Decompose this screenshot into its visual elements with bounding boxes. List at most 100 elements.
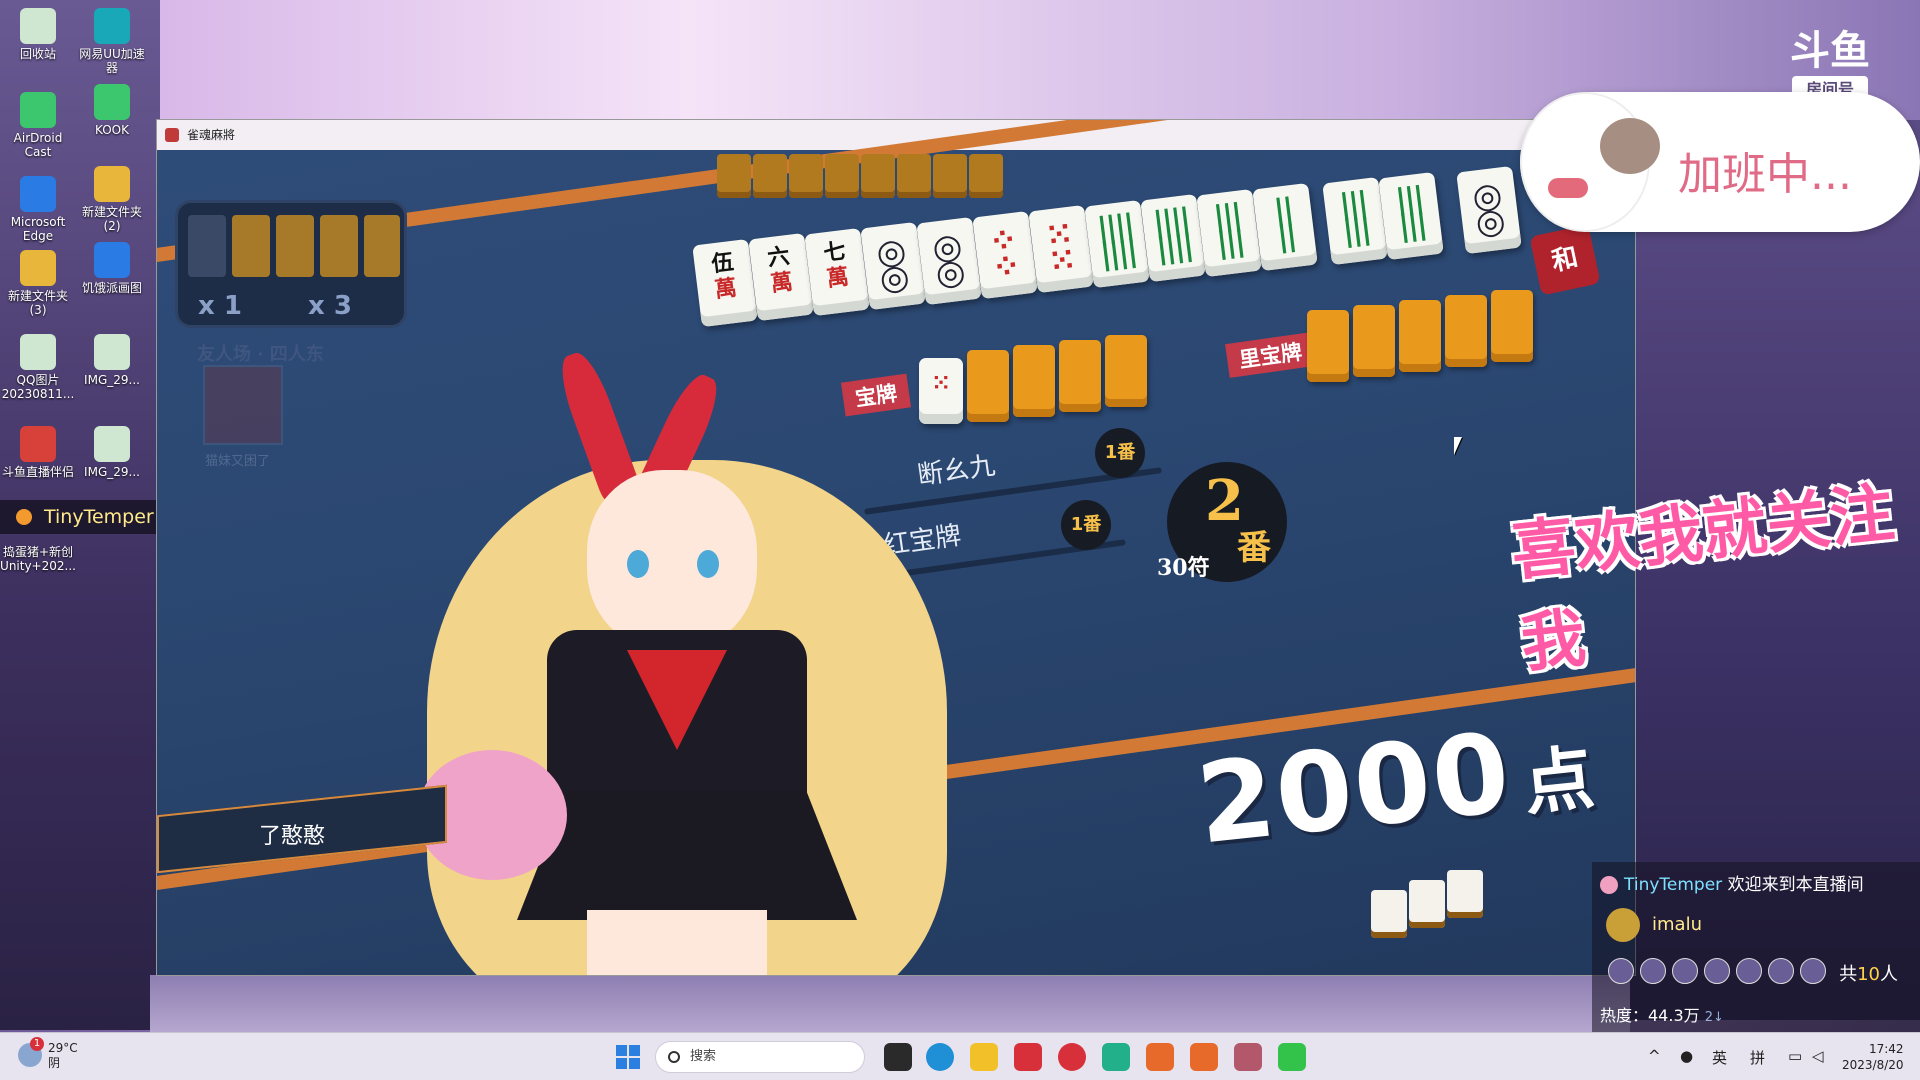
app-icon[interactable] [1190,1043,1218,1071]
tile-face-bottom: ◎ [877,256,912,300]
opponent-name: 猫妹又困了 [205,454,271,469]
volume-icon[interactable]: ◁ [1812,1047,1824,1065]
character-face [587,470,757,650]
wall-tile [717,154,751,198]
desktop-icon-uu[interactable]: 网易UU加速器 [74,8,150,75]
desktop-icon-recycle-bin[interactable]: 回收站 [0,8,76,61]
viewer-avatar [1768,958,1794,984]
opponent-avatar [203,365,283,445]
task-view-icon[interactable] [884,1043,912,1071]
uu-accelerator-icon [94,8,130,44]
hand-tile: |||| |||| [1084,199,1150,288]
desktop-icon-unity[interactable]: 捣蛋猪+新创 Unity+202... [0,545,76,573]
wall-tile [897,154,931,198]
winner-name: 了憨憨 [259,824,326,849]
hand-tile: ⁘ ⁘ [972,210,1038,300]
kook-icon [94,84,130,120]
weather-widget[interactable]: 1 29°C 阴 [18,1037,78,1071]
viewer-avatar [1640,958,1666,984]
indicator-tile [188,215,226,277]
dora-hidden-tile [1105,335,1147,407]
start-button[interactable] [616,1045,640,1069]
game-window[interactable]: 雀魂麻將 x 1 x 3 友人场 · 四人东 猫妹又困了 伍萬六萬七萬 ◎ ◎ ◎ ◎ ⁘… [156,119,1636,976]
douyu-logo-text: 斗鱼 [1790,28,1870,74]
douyu-icon[interactable] [1146,1043,1174,1071]
viewer-avatar [1736,958,1762,984]
system-clock[interactable]: 17:42 2023/8/20 [1842,1041,1904,1073]
viewer-list[interactable]: 共10人 [1608,958,1908,988]
file-explorer-icon[interactable] [970,1043,998,1071]
ura-dora-label: 里宝牌 [1225,332,1316,378]
viewer-avatar [1608,958,1634,984]
dora-label: 宝牌 [840,373,912,417]
user-level-icon [16,509,32,525]
desktop-icon-img-2[interactable]: IMG_29... [74,426,150,479]
network-icon[interactable]: ▭ [1788,1047,1802,1065]
tile-face-bottom: ||| [1396,206,1428,245]
paint-app-icon [94,242,130,278]
tile-face-bottom: |||| [1154,228,1194,268]
wall-tile [364,215,400,277]
tile-face-bottom: 萬 [713,274,739,304]
desktop-icon-paint[interactable]: 饥饿派画图 [74,242,150,295]
taskbar-search[interactable]: 搜索 [655,1041,865,1073]
hand-tile: ⁙ ⁙ [1028,205,1094,294]
yaku-name: 断幺九 [915,450,998,492]
tile-face-bottom: ⁙ [1045,239,1080,283]
desktop-icon-qq-image[interactable]: QQ图片20230811... [0,334,76,401]
meld-tile [1371,890,1407,938]
hand-tile: 伍萬 [692,238,758,328]
ron-badge: 和 [1529,224,1601,296]
tile-face-bottom: ||| [1340,211,1372,250]
wall-tile [861,154,895,198]
desktop-icon-kook[interactable]: KOOK [74,84,150,137]
top-user[interactable]: imalu [1606,908,1702,942]
hand-tile: ||| ||| [1322,177,1388,266]
tile-face-bottom: ◎ [1473,200,1508,244]
hand-tile: 六萬 [748,233,814,322]
hand-tile: ||| ||| [1378,171,1444,260]
mahjong-soul-icon[interactable] [1234,1043,1262,1071]
window-title: 雀魂麻將 [187,128,236,142]
airdroid-icon [20,92,56,128]
app-icon[interactable] [1102,1043,1130,1071]
desktop-icon-img-1[interactable]: IMG_29... [74,334,150,387]
image-file-icon [94,334,130,370]
netease-music-icon[interactable] [1058,1043,1086,1071]
desktop-icon-edge[interactable]: Microsoft Edge [0,176,76,243]
game-board: x 1 x 3 友人场 · 四人东 猫妹又困了 伍萬六萬七萬 ◎ ◎ ◎ ◎ ⁘ ⁘ ⁙ ⁙ ||… [157,120,1635,975]
kook-icon[interactable] [1278,1043,1306,1071]
desktop-icon-folder-3[interactable]: 新建文件夹 (3) [0,250,76,317]
user-avatar [1600,876,1618,894]
dora-hidden-tile [1059,340,1101,412]
yaku-han: 1番 [1061,500,1111,550]
character-eye [697,550,719,578]
wall-tile [825,154,859,198]
round-info-panel: x 1 x 3 [175,200,407,328]
ime-language[interactable]: 英 [1712,1047,1727,1068]
desktop-icon-folder-2[interactable]: 新建文件夹 (2) [74,166,150,233]
clock-time: 17:42 [1868,1042,1904,1056]
microphone-icon[interactable]: ● [1680,1047,1693,1065]
ura-dora-tile [1307,310,1349,382]
character-eye [627,550,649,578]
ime-mode[interactable]: 拼 [1750,1047,1765,1068]
heat-label: 热度：44.3万 [1600,1006,1700,1025]
hand-tile: ◎ ◎ [860,222,926,311]
desktop-icon-douyu-assistant[interactable]: 斗鱼直播伴侣 [0,426,76,479]
viewer-avatar [1672,958,1698,984]
game-mode-label: 友人场 · 四人东 [197,344,324,365]
wall-tile [933,154,967,198]
top-user-name: imalu [1652,914,1702,935]
dora-hidden-tile [1013,345,1055,417]
tray-overflow-icon[interactable]: ^ [1648,1047,1661,1065]
search-placeholder: 搜索 [690,1049,717,1064]
viewer-avatar [1704,958,1730,984]
app-icon[interactable] [1014,1043,1042,1071]
total-han-unit: 番 [1237,528,1271,568]
wall-tile [969,154,1003,198]
edge-icon[interactable] [926,1043,954,1071]
wall-tile [232,215,270,277]
desktop-icon-airdroid[interactable]: AirDroid Cast [0,92,76,159]
fu-value: 30符 [1157,555,1210,581]
